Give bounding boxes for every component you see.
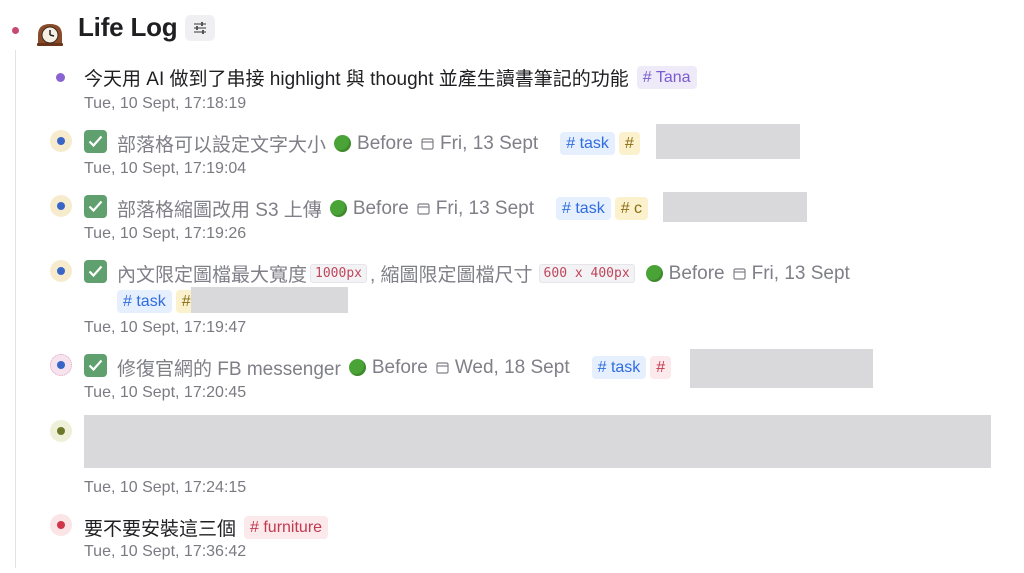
redacted-region	[656, 124, 800, 159]
check-icon	[88, 265, 103, 278]
node-text[interactable]: 內文限定圖檔最大寬度 1000px , 縮圖限定圖檔尺寸 600 x 400px…	[117, 260, 850, 287]
list-item: 內文限定圖檔最大寬度 1000px , 縮圖限定圖檔尺寸 600 x 400px…	[0, 257, 1024, 341]
timestamp: Tue, 10 Sept, 17:18:19	[84, 95, 247, 112]
node-bullet[interactable]	[50, 514, 72, 536]
list-item: 部落格可以設定文字大小 Before Fri, 13 Sept # task #…	[0, 127, 1024, 183]
tag-secondary[interactable]: #	[650, 356, 672, 379]
entry-text: 修復官網的 FB messenger	[117, 359, 341, 380]
timestamp: Tue, 10 Sept, 17:36:42	[84, 543, 247, 560]
done-checkbox[interactable]	[84, 195, 107, 218]
redacted-region	[663, 192, 807, 222]
task-bullet[interactable]	[50, 354, 72, 376]
tag-furniture[interactable]: # furniture	[244, 516, 329, 539]
status-green-icon	[329, 200, 347, 217]
tag-task[interactable]: # task	[556, 197, 611, 220]
node-text[interactable]: 要不要安裝這三個 # furniture	[84, 514, 329, 541]
status-label: Before	[668, 262, 725, 284]
entry-text: 部落格可以設定文字大小	[117, 135, 327, 156]
check-icon	[88, 135, 103, 148]
timestamp: Tue, 10 Sept, 17:24:15	[84, 479, 247, 496]
calendar-icon	[421, 138, 434, 150]
inline-code: 600 x 400px	[538, 264, 635, 283]
timestamp: Tue, 10 Sept, 17:19:04	[84, 160, 247, 177]
tag-task[interactable]: # task	[560, 132, 615, 155]
page-title: Life Log	[78, 12, 178, 42]
view-options-button[interactable]	[185, 15, 215, 41]
entry-text: 今天用 AI 做到了串接 highlight 與 thought 並產生讀書筆記…	[84, 69, 629, 90]
tag-secondary[interactable]: # c	[614, 197, 649, 220]
node-text[interactable]: 部落格縮圖改用 S3 上傳 Before Fri, 13 Sept # task…	[117, 195, 649, 222]
entry-text: 要不要安裝這三個	[84, 519, 237, 540]
page-header: Life Log	[0, 8, 1024, 48]
inline-code: 1000px	[310, 264, 367, 283]
tag-task[interactable]: # task	[117, 290, 172, 313]
task-bullet[interactable]	[50, 260, 72, 282]
timestamp: Tue, 10 Sept, 17:20:45	[84, 384, 247, 401]
due-date[interactable]: Fri, 13 Sept	[436, 198, 534, 220]
node-text-wrap: # task #	[109, 290, 197, 313]
task-bullet[interactable]	[50, 195, 72, 217]
due-date[interactable]: Wed, 18 Sept	[455, 357, 570, 379]
node-text[interactable]: 今天用 AI 做到了串接 highlight 與 thought 並產生讀書筆記…	[84, 64, 697, 91]
node-text[interactable]: 部落格可以設定文字大小 Before Fri, 13 Sept # task #	[117, 130, 640, 157]
tag-secondary[interactable]: #	[618, 132, 640, 155]
entry-text: 部落格縮圖改用 S3 上傳	[117, 200, 322, 221]
entry-text: 內文限定圖檔最大寬度	[117, 265, 308, 286]
check-icon	[88, 359, 103, 372]
status-green-icon	[348, 359, 366, 376]
calendar-icon	[733, 268, 746, 280]
tag-task[interactable]: # task	[591, 356, 647, 379]
timestamp: Tue, 10 Sept, 17:19:47	[84, 319, 247, 336]
due-date[interactable]: Fri, 13 Sept	[440, 133, 538, 155]
status-label: Before	[371, 356, 428, 378]
check-icon	[88, 200, 103, 213]
node-text[interactable]: 修復官網的 FB messenger Before Wed, 18 Sept #…	[117, 354, 672, 381]
status-green-icon	[645, 265, 663, 282]
task-bullet[interactable]	[50, 130, 72, 152]
calendar-icon	[436, 362, 449, 374]
mantel-clock-icon	[37, 24, 63, 46]
due-date[interactable]: Fri, 13 Sept	[752, 263, 850, 285]
node-bullet[interactable]	[50, 420, 72, 442]
list-item: 今天用 AI 做到了串接 highlight 與 thought 並產生讀書筆記…	[0, 62, 1024, 118]
status-label: Before	[352, 197, 409, 219]
timestamp: Tue, 10 Sept, 17:19:26	[84, 225, 247, 242]
node-bullet[interactable]	[56, 73, 65, 82]
tag-tana[interactable]: # Tana	[636, 66, 697, 89]
calendar-icon	[417, 203, 430, 215]
done-checkbox[interactable]	[84, 354, 107, 377]
status-green-icon	[334, 135, 352, 152]
done-checkbox[interactable]	[84, 130, 107, 153]
redacted-region	[84, 415, 991, 468]
page-bullet[interactable]	[12, 27, 19, 34]
redacted-region	[690, 349, 873, 388]
status-label: Before	[357, 132, 413, 154]
list-item: 部落格縮圖改用 S3 上傳 Before Fri, 13 Sept # task…	[0, 192, 1024, 248]
done-checkbox[interactable]	[84, 260, 107, 283]
entry-text: , 縮圖限定圖檔尺寸	[369, 265, 533, 286]
redacted-region	[191, 287, 348, 313]
sliders-icon	[194, 22, 206, 34]
list-item: 要不要安裝這三個 # furniture Tue, 10 Sept, 17:36…	[0, 512, 1024, 568]
